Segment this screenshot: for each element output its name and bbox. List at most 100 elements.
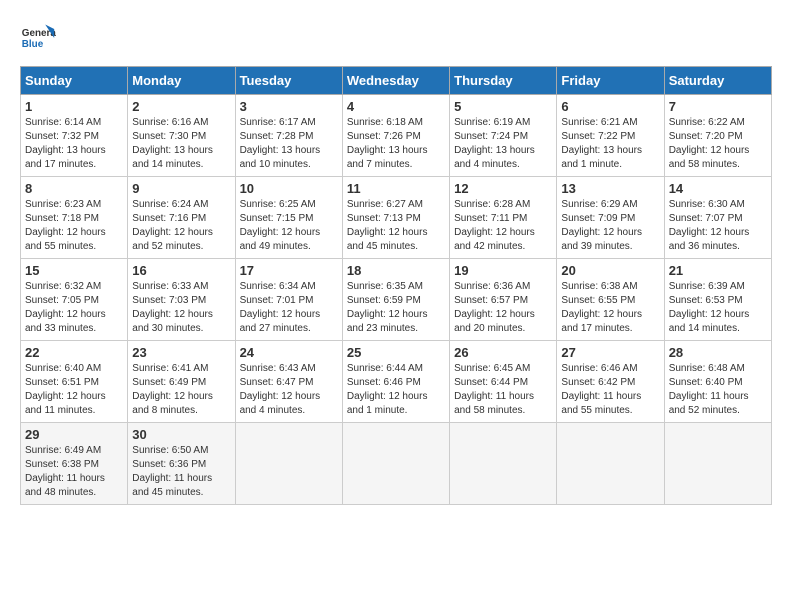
day-number: 20 — [561, 263, 659, 278]
page-header: General Blue — [20, 20, 772, 56]
day-number: 27 — [561, 345, 659, 360]
day-number: 17 — [240, 263, 338, 278]
calendar-cell: 15 Sunrise: 6:32 AMSunset: 7:05 PMDayligh… — [21, 259, 128, 341]
weekday-header-sunday: Sunday — [21, 67, 128, 95]
calendar-cell: 4 Sunrise: 6:18 AMSunset: 7:26 PMDaylight… — [342, 95, 449, 177]
calendar-cell: 25Sunrise: 6:44 AMSunset: 6:46 PMDayligh… — [342, 341, 449, 423]
weekday-header-wednesday: Wednesday — [342, 67, 449, 95]
calendar-row: 1 Sunrise: 6:14 AMSunset: 7:32 PMDaylight… — [21, 95, 772, 177]
calendar-row: 29 Sunrise: 6:49 AMSunset: 6:38 PMDayligh… — [21, 423, 772, 505]
day-info: Sunrise: 6:21 AMSunset: 7:22 PMDaylight:… — [561, 116, 659, 172]
day-info: Sunrise: 6:30 AMSunset: 7:07 PMDaylight:… — [669, 198, 767, 254]
day-info: Sunrise: 6:16 AMSunset: 7:30 PMDaylight:… — [132, 116, 230, 172]
day-info: Sunrise: 6:29 AMSunset: 7:09 PMDaylight:… — [561, 198, 659, 254]
day-info: Sunrise: 6:23 AMSunset: 7:18 PMDaylight:… — [25, 198, 123, 254]
day-number: 14 — [669, 181, 767, 196]
day-info: Sunrise: 6:17 AMSunset: 7:28 PMDaylight:… — [240, 116, 338, 172]
calendar-cell: 16 Sunrise: 6:33 AMSunset: 7:03 PMDayligh… — [128, 259, 235, 341]
day-number: 15 — [25, 263, 123, 278]
calendar-cell: 10 Sunrise: 6:25 AMSunset: 7:15 PMDayligh… — [235, 177, 342, 259]
day-info: Sunrise: 6:35 AMSunset: 6:59 PMDaylight:… — [347, 280, 445, 336]
day-number: 3 — [240, 99, 338, 114]
calendar-cell: 14 Sunrise: 6:30 AMSunset: 7:07 PMDayligh… — [664, 177, 771, 259]
day-number: 10 — [240, 181, 338, 196]
weekday-header-tuesday: Tuesday — [235, 67, 342, 95]
day-info: Sunrise: 6:43 AMSunset: 6:47 PMDaylight:… — [240, 362, 338, 418]
day-number: 24 — [240, 345, 338, 360]
calendar-table: SundayMondayTuesdayWednesdayThursdayFrid… — [20, 66, 772, 505]
day-info: Sunrise: 6:32 AMSunset: 7:05 PMDaylight:… — [25, 280, 123, 336]
calendar-cell: 18 Sunrise: 6:35 AMSunset: 6:59 PMDayligh… — [342, 259, 449, 341]
day-info: Sunrise: 6:48 AMSunset: 6:40 PMDaylight:… — [669, 362, 767, 418]
day-info: Sunrise: 6:22 AMSunset: 7:20 PMDaylight:… — [669, 116, 767, 172]
calendar-cell — [664, 423, 771, 505]
calendar-cell: 26Sunrise: 6:45 AMSunset: 6:44 PMDayligh… — [450, 341, 557, 423]
day-info: Sunrise: 6:38 AMSunset: 6:55 PMDaylight:… — [561, 280, 659, 336]
weekday-header-friday: Friday — [557, 67, 664, 95]
day-number: 8 — [25, 181, 123, 196]
day-number: 9 — [132, 181, 230, 196]
day-number: 5 — [454, 99, 552, 114]
day-number: 11 — [347, 181, 445, 196]
calendar-cell: 27 Sunrise: 6:46 AMSunset: 6:42 PMDayligh… — [557, 341, 664, 423]
calendar-cell: 20 Sunrise: 6:38 AMSunset: 6:55 PMDayligh… — [557, 259, 664, 341]
day-number: 22 — [25, 345, 123, 360]
calendar-cell: 6 Sunrise: 6:21 AMSunset: 7:22 PMDaylight… — [557, 95, 664, 177]
calendar-header-row: SundayMondayTuesdayWednesdayThursdayFrid… — [21, 67, 772, 95]
day-info: Sunrise: 6:34 AMSunset: 7:01 PMDaylight:… — [240, 280, 338, 336]
day-info: Sunrise: 6:33 AMSunset: 7:03 PMDaylight:… — [132, 280, 230, 336]
day-number: 25 — [347, 345, 445, 360]
calendar-cell: 29 Sunrise: 6:49 AMSunset: 6:38 PMDayligh… — [21, 423, 128, 505]
day-info: Sunrise: 6:18 AMSunset: 7:26 PMDaylight:… — [347, 116, 445, 172]
day-number: 2 — [132, 99, 230, 114]
logo-icon: General Blue — [20, 20, 56, 56]
calendar-cell — [235, 423, 342, 505]
day-info: Sunrise: 6:36 AMSunset: 6:57 PMDaylight:… — [454, 280, 552, 336]
calendar-cell: 2 Sunrise: 6:16 AMSunset: 7:30 PMDaylight… — [128, 95, 235, 177]
day-number: 21 — [669, 263, 767, 278]
day-info: Sunrise: 6:24 AMSunset: 7:16 PMDaylight:… — [132, 198, 230, 254]
calendar-cell: 19Sunrise: 6:36 AMSunset: 6:57 PMDayligh… — [450, 259, 557, 341]
day-info: Sunrise: 6:46 AMSunset: 6:42 PMDaylight:… — [561, 362, 659, 418]
calendar-cell: 17 Sunrise: 6:34 AMSunset: 7:01 PMDayligh… — [235, 259, 342, 341]
calendar-cell: 28 Sunrise: 6:48 AMSunset: 6:40 PMDayligh… — [664, 341, 771, 423]
weekday-header-saturday: Saturday — [664, 67, 771, 95]
svg-text:Blue: Blue — [22, 39, 44, 50]
weekday-header-thursday: Thursday — [450, 67, 557, 95]
day-number: 18 — [347, 263, 445, 278]
day-number: 1 — [25, 99, 123, 114]
day-number: 12 — [454, 181, 552, 196]
day-number: 13 — [561, 181, 659, 196]
calendar-cell: 13 Sunrise: 6:29 AMSunset: 7:09 PMDayligh… — [557, 177, 664, 259]
day-number: 6 — [561, 99, 659, 114]
calendar-cell: 24 Sunrise: 6:43 AMSunset: 6:47 PMDayligh… — [235, 341, 342, 423]
calendar-cell — [557, 423, 664, 505]
day-number: 16 — [132, 263, 230, 278]
calendar-cell: 1 Sunrise: 6:14 AMSunset: 7:32 PMDaylight… — [21, 95, 128, 177]
day-number: 29 — [25, 427, 123, 442]
day-number: 28 — [669, 345, 767, 360]
day-number: 23 — [132, 345, 230, 360]
calendar-cell: 12Sunrise: 6:28 AMSunset: 7:11 PMDayligh… — [450, 177, 557, 259]
day-info: Sunrise: 6:45 AMSunset: 6:44 PMDaylight:… — [454, 362, 552, 418]
logo: General Blue — [20, 20, 56, 56]
day-info: Sunrise: 6:25 AMSunset: 7:15 PMDaylight:… — [240, 198, 338, 254]
day-info: Sunrise: 6:50 AMSunset: 6:36 PMDaylight:… — [132, 444, 230, 500]
weekday-header-monday: Monday — [128, 67, 235, 95]
calendar-cell — [450, 423, 557, 505]
day-info: Sunrise: 6:14 AMSunset: 7:32 PMDaylight:… — [25, 116, 123, 172]
calendar-cell: 30 Sunrise: 6:50 AMSunset: 6:36 PMDayligh… — [128, 423, 235, 505]
day-info: Sunrise: 6:19 AMSunset: 7:24 PMDaylight:… — [454, 116, 552, 172]
day-number: 7 — [669, 99, 767, 114]
day-number: 30 — [132, 427, 230, 442]
day-info: Sunrise: 6:39 AMSunset: 6:53 PMDaylight:… — [669, 280, 767, 336]
calendar-cell: 11Sunrise: 6:27 AMSunset: 7:13 PMDayligh… — [342, 177, 449, 259]
calendar-cell: 5 Sunrise: 6:19 AMSunset: 7:24 PMDaylight… — [450, 95, 557, 177]
calendar-cell: 9 Sunrise: 6:24 AMSunset: 7:16 PMDaylight… — [128, 177, 235, 259]
day-info: Sunrise: 6:49 AMSunset: 6:38 PMDaylight:… — [25, 444, 123, 500]
day-info: Sunrise: 6:40 AMSunset: 6:51 PMDaylight:… — [25, 362, 123, 418]
calendar-cell: 3 Sunrise: 6:17 AMSunset: 7:28 PMDaylight… — [235, 95, 342, 177]
day-number: 4 — [347, 99, 445, 114]
calendar-cell — [342, 423, 449, 505]
calendar-cell: 22 Sunrise: 6:40 AMSunset: 6:51 PMDayligh… — [21, 341, 128, 423]
